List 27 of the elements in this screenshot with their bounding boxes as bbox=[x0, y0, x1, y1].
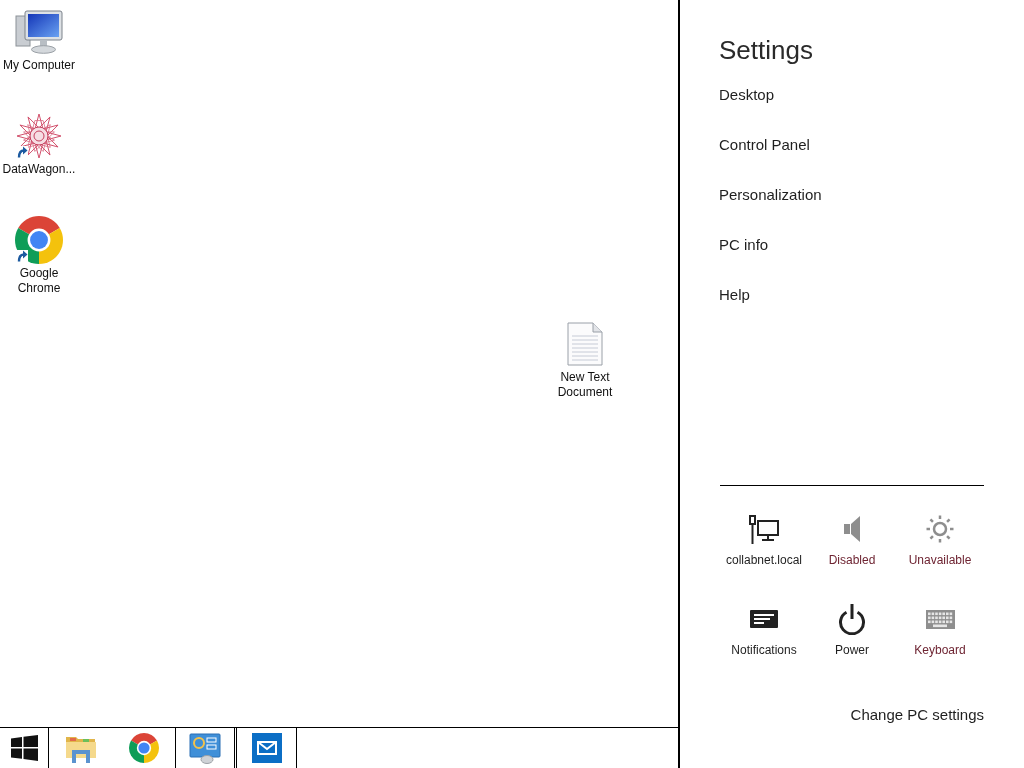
settings-link[interactable]: Desktop bbox=[719, 85, 775, 105]
sun-icon bbox=[925, 514, 955, 544]
network-monitor-icon bbox=[749, 514, 779, 544]
desktop-icon-label[interactable]: Google Chrome bbox=[1, 266, 77, 296]
quick-setting-button[interactable]: Notifications bbox=[720, 603, 808, 658]
settings-link[interactable]: PC info bbox=[719, 235, 769, 255]
settings-title: Settings bbox=[719, 34, 813, 66]
settings-link[interactable]: Personalization bbox=[719, 185, 822, 205]
keyboard-icon bbox=[925, 609, 955, 629]
settings-link[interactable]: Help bbox=[719, 285, 750, 305]
message-icon bbox=[750, 610, 778, 628]
quick-setting-button[interactable]: collabnet.local bbox=[720, 513, 808, 568]
dashboard-monitor-icon bbox=[189, 732, 221, 764]
desktop-icon-label[interactable]: DataWagon... bbox=[2, 162, 76, 177]
desktop-icon-label[interactable]: New Text Document bbox=[547, 370, 623, 400]
computer-icon[interactable] bbox=[15, 10, 63, 54]
speaker-icon bbox=[844, 516, 860, 542]
chrome-icon[interactable] bbox=[15, 216, 63, 264]
change-pc-settings-link[interactable]: Change PC settings bbox=[850, 707, 984, 723]
quick-setting-button[interactable]: Power bbox=[808, 603, 896, 658]
desktop-icon-label[interactable]: My Computer bbox=[3, 58, 75, 73]
power-icon bbox=[838, 603, 866, 635]
windows-logo-icon bbox=[10, 735, 38, 761]
mail-icon bbox=[251, 733, 282, 763]
settings-link[interactable]: Control Panel bbox=[719, 135, 810, 155]
chrome-icon bbox=[128, 733, 159, 763]
star-emblem-icon[interactable] bbox=[15, 112, 63, 160]
